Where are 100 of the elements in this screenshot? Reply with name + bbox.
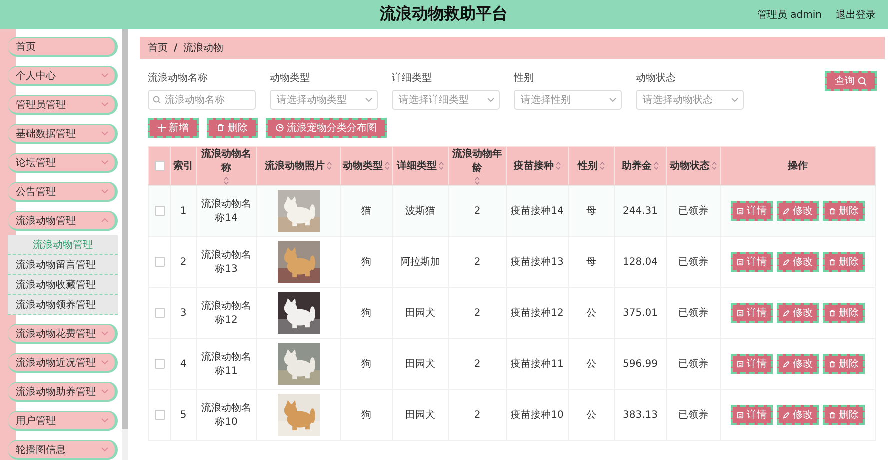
edit-button[interactable]: 修改 [777,303,819,323]
search-button[interactable]: 查询 [825,71,877,91]
select-field[interactable]: 请选择详细类型 [392,90,500,110]
menu-item[interactable]: 流浪动物助养管理 [8,382,118,402]
submenu-item[interactable]: 流浪动物收藏管理 [8,275,118,295]
table-cell: 公 [586,359,596,370]
pencil-icon [783,208,790,214]
row-checkbox[interactable] [154,410,164,420]
row-checkbox[interactable] [154,206,164,216]
menu-item[interactable]: 公告管理 [8,182,118,202]
column-header: 索引 [174,160,194,173]
scrollbar[interactable] [122,29,128,460]
pencil-icon [783,258,790,266]
filter-label: 流浪动物名称 [148,72,209,85]
trash-icon [217,124,225,132]
row-checkbox[interactable] [154,358,164,369]
menu-item[interactable]: 轮播图信息 [8,440,118,460]
chart-button[interactable]: 流浪宠物分类分布图 [266,118,387,138]
pencil-icon [783,412,790,418]
edit-button[interactable]: 修改 [777,354,819,374]
sort-icon[interactable] [327,162,332,170]
select-all-checkbox[interactable] [154,160,164,171]
table-cell: 母 [586,206,596,217]
breadcrumb-item[interactable]: 首页 [148,41,168,55]
table-cell: 疫苗接种10 [511,410,564,421]
details-button[interactable]: 详情 [731,405,773,425]
sort-icon[interactable] [712,162,717,170]
delete-button[interactable]: 删除 [823,252,865,272]
pencil-icon [783,310,790,316]
sort-icon[interactable] [439,162,444,170]
table-cell: 2 [180,256,187,268]
logout-link[interactable]: 退出登录 [836,8,876,22]
table-cell: 狗 [362,308,372,319]
table-cell: 狗 [362,359,372,370]
table-cell: 流浪动物名称12 [202,301,252,326]
table-cell: 2 [474,308,481,318]
edit-button[interactable]: 修改 [777,252,819,272]
submenu-item[interactable]: 流浪动物管理 [8,235,118,255]
menu-item[interactable]: 用户管理 [8,411,118,431]
menu-item[interactable]: 管理员管理 [8,95,118,115]
menu-item[interactable]: 论坛管理 [8,153,118,173]
trash-icon [829,412,836,418]
add-button[interactable]: 新增 [148,118,199,138]
table-cell: 4 [180,358,187,370]
column-header: 动物类型 [343,160,383,173]
table-cell: 已领养 [678,206,708,217]
sort-icon[interactable] [556,162,561,170]
filter-label: 动物类型 [270,72,311,85]
breadcrumb-separator: / [174,42,178,54]
table-cell: 已领养 [678,257,708,268]
delete-button[interactable]: 删除 [823,405,865,425]
menu-item[interactable]: 流浪动物管理 [8,211,118,231]
column-header: 流浪动物年龄 [452,147,504,175]
select-field[interactable]: 请选择性别 [514,90,622,110]
search-icon [153,96,161,104]
sort-icon[interactable] [385,162,390,170]
edit-button[interactable]: 修改 [777,201,819,221]
table-cell: 阿拉斯加 [400,257,440,268]
submenu-item[interactable]: 流浪动物领养管理 [8,295,118,315]
edit-button[interactable]: 修改 [777,405,819,425]
table-cell: 流浪动物名称14 [202,199,252,224]
details-button[interactable]: 详情 [731,201,773,221]
delete-button[interactable]: 删除 [823,354,865,374]
chevron-icon [609,98,617,102]
delete-button[interactable]: 删除 [823,303,865,323]
sort-icon[interactable] [475,177,480,185]
table-cell: 1 [180,206,187,216]
menu-item[interactable]: 基础数据管理 [8,124,118,144]
menu-item[interactable]: 个人中心 [8,66,118,86]
menu-item[interactable]: 流浪动物花费管理 [8,324,118,344]
table-cell: 田园犬 [406,410,436,421]
row-checkbox[interactable] [154,308,164,318]
delete-button[interactable]: 删除 [823,201,865,221]
sort-icon[interactable] [654,162,659,170]
details-button[interactable]: 详情 [731,354,773,374]
sort-icon[interactable] [600,162,605,170]
app-title: 流浪动物救助平台 [380,4,508,25]
table-cell: 2 [474,358,481,370]
pencil-icon [783,360,790,368]
select-field[interactable]: 请选择动物状态 [636,90,744,110]
table-cell: 流浪动物名称11 [202,352,252,377]
user-label: 管理员 admin [757,8,822,22]
details-button[interactable]: 详情 [731,303,773,323]
sort-icon[interactable] [224,177,229,185]
table-cell: 疫苗接种11 [511,359,564,370]
table-cell: 2 [474,410,481,420]
table-cell: 疫苗接种13 [511,257,564,268]
search-field[interactable]: 流浪动物名称 [148,90,256,110]
menu-item[interactable]: 流浪动物近况管理 [8,353,118,373]
row-checkbox[interactable] [154,256,164,267]
delete-button[interactable]: 删除 [207,118,258,138]
table-cell: 波斯猫 [406,206,436,217]
select-field[interactable]: 请选择动物类型 [270,90,378,110]
table-cell: 383.13 [623,410,658,420]
table-cell: 公 [586,410,596,421]
table-cell: 流浪动物名称13 [202,250,252,275]
submenu-item[interactable]: 流浪动物留言管理 [8,255,118,275]
table-cell: 2 [474,256,481,268]
menu-item[interactable]: 首页 [8,37,118,57]
details-button[interactable]: 详情 [731,252,773,272]
